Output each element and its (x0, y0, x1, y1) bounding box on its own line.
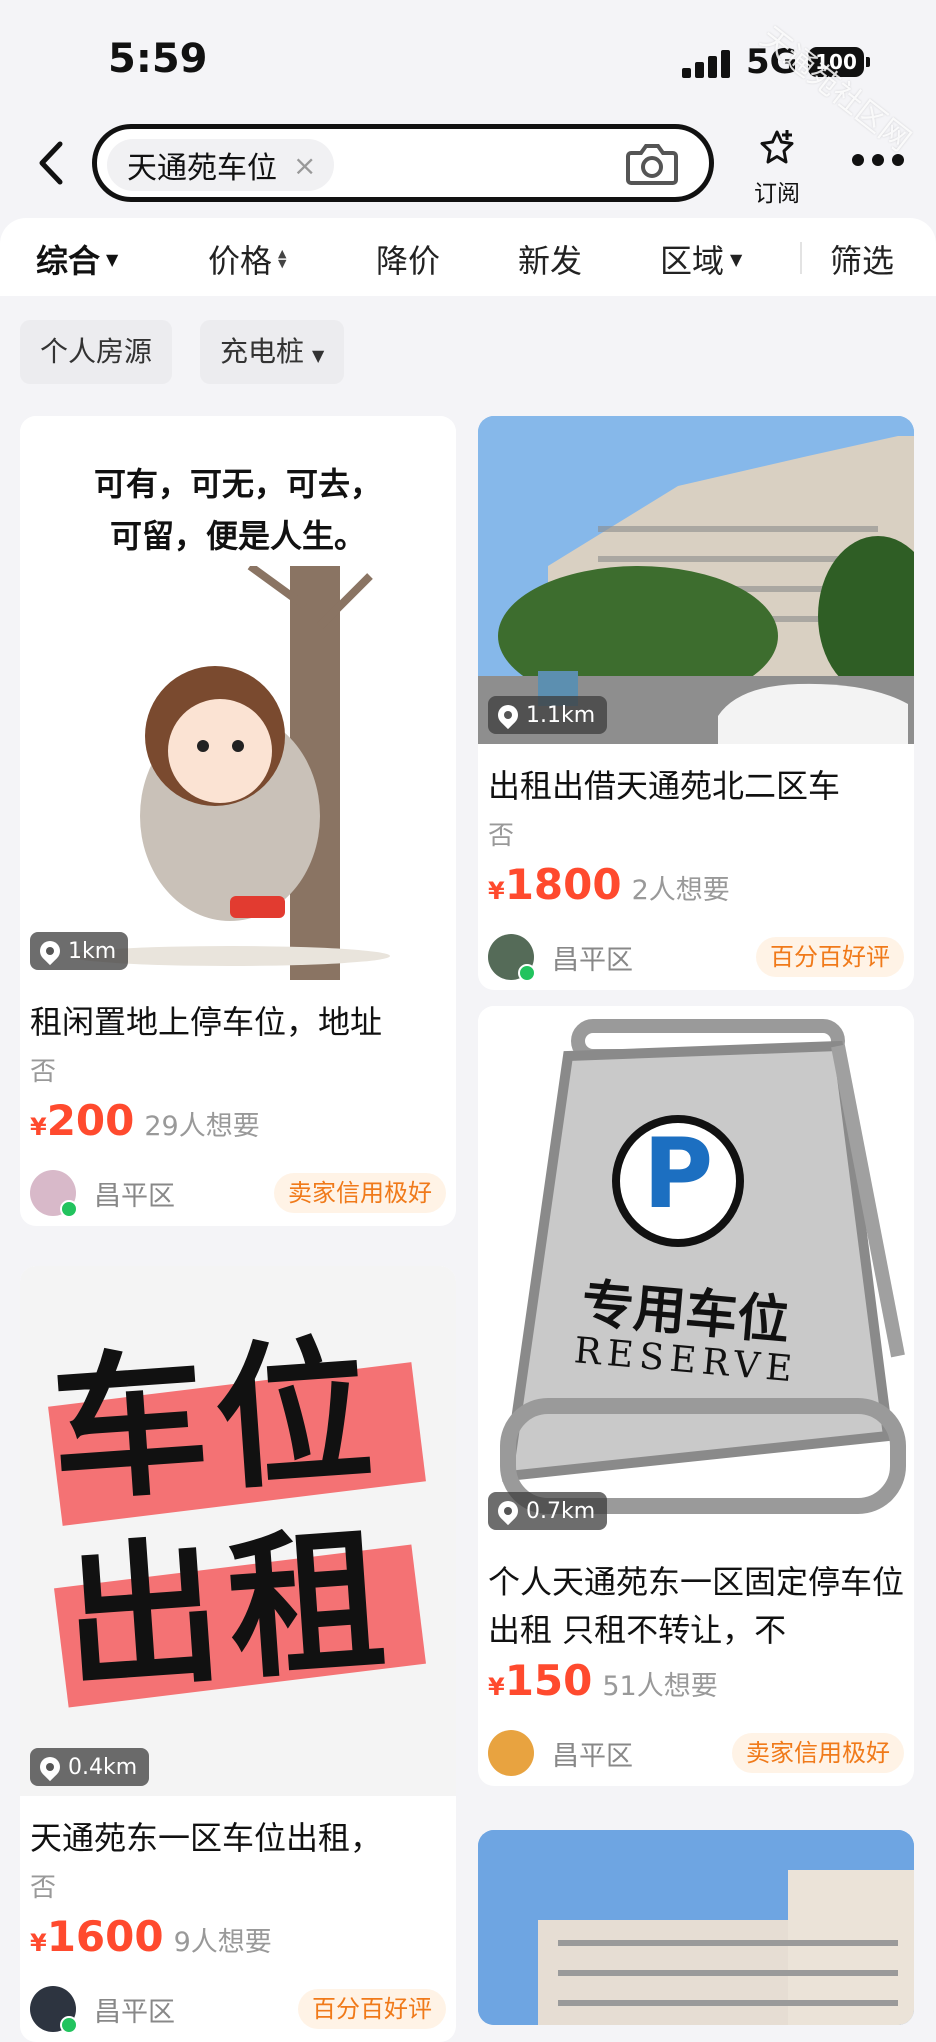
want-count: 29人想要 (144, 1111, 260, 1142)
sort-arrows-icon: ▲ ▼ (278, 247, 287, 270)
distance-badge: 1.1km (488, 696, 608, 734)
search-input[interactable]: 天通苑车位 × (92, 124, 714, 202)
back-icon[interactable] (30, 138, 74, 188)
credit-badge: 百分百好评 (756, 937, 904, 977)
filter-price-drop[interactable]: 降价 (376, 236, 440, 282)
status-time: 5:59 (108, 36, 208, 82)
tag-personal-listing[interactable]: 个人房源 (20, 320, 173, 384)
filter-label: 区域 (660, 242, 725, 280)
seller-row: 昌平区 卖家信用极好 (478, 1720, 914, 1786)
more-icon[interactable] (852, 154, 906, 170)
distance-badge: 1km (30, 932, 129, 970)
clear-query-icon[interactable]: × (293, 149, 316, 182)
distance-badge: 0.4km (30, 1748, 150, 1786)
seller-area: 昌平区 (552, 944, 633, 976)
filter-screen[interactable]: 筛选 (830, 236, 894, 282)
price-row: ¥ 150 51人想要 (488, 1656, 718, 1705)
price: 1600 (46, 1912, 164, 1961)
filter-price[interactable]: 价格 ▲ ▼ (208, 236, 286, 282)
location-pin-icon (493, 1496, 523, 1526)
price: 150 (504, 1656, 593, 1705)
want-count: 51人想要 (602, 1671, 718, 1702)
listing-card[interactable]: 可有，可无，可去， 可留，便是人生。 1km 租闲置地上停车位，地址 否 ¥ 2… (20, 416, 456, 1226)
online-dot (518, 964, 536, 982)
status-bar: 5:59 5G 100 天通苑社区网 (0, 0, 936, 158)
avatar[interactable] (30, 1986, 78, 2034)
listing-card[interactable]: 1.1km 出租出借天通苑北二区车 否 ¥ 1800 2人想要 昌平区 百分百好… (478, 416, 914, 990)
want-count: 2人想要 (631, 875, 730, 906)
signal-icon (682, 50, 734, 78)
location-pin-icon (493, 700, 523, 730)
listing-subtitle: 否 (488, 821, 515, 851)
tag-label: 充电桩 (220, 335, 305, 368)
seller-area: 昌平区 (94, 1180, 175, 1212)
listing-title: 个人天通苑东一区固定停车位出租 只租不转让，不 (488, 1563, 905, 1649)
distance-badge: 0.7km (488, 1492, 608, 1530)
seller-area: 昌平区 (94, 1996, 175, 2028)
image-caption: 车位 出租 (45, 1318, 399, 1713)
filter-region[interactable]: 区域 ▼ (660, 236, 742, 282)
online-dot (60, 2016, 78, 2034)
chevron-down-icon: ▼ (106, 249, 119, 269)
search-query-text: 天通苑车位 (127, 151, 277, 186)
listing-image: 可有，可无，可去， 可留，便是人生。 1km (20, 416, 456, 980)
tag-charging-pile[interactable]: 充电桩 ▼ (200, 320, 345, 384)
search-query-chip[interactable]: 天通苑车位 × (107, 139, 335, 191)
filter-bar: 综合 ▼ 价格 ▲ ▼ 降价 新发 区域 ▼ 筛选 (0, 218, 936, 296)
location-pin-icon (35, 1752, 65, 1782)
price-row: ¥ 200 29人想要 (30, 1096, 260, 1145)
seller-row: 昌平区 百分百好评 (478, 924, 914, 990)
girl-under-tree-illustration (70, 566, 390, 980)
quick-tags: 个人房源 充电桩 ▼ (0, 296, 936, 406)
star-plus-icon (760, 130, 794, 164)
listing-card[interactable]: 车位 出租 0.4km 天通苑东一区车位出租， 否 ¥ 1600 9人想要 昌平… (20, 1266, 456, 2042)
price: 1800 (504, 860, 622, 909)
apartment-building-photo (478, 1830, 914, 2025)
credit-badge: 卖家信用极好 (732, 1733, 904, 1773)
avatar[interactable] (30, 1170, 78, 1218)
listing-card[interactable]: P 专用车位 RESERVE 0.7km 个人天通苑东一区固定停车位出租 只租不… (478, 1006, 914, 1786)
subscribe-label: 订阅 (754, 181, 800, 207)
chevron-down-icon: ▼ (312, 346, 325, 365)
price-row: ¥ 1600 9人想要 (30, 1912, 272, 1961)
location-pin-icon (35, 936, 65, 966)
divider (800, 242, 802, 274)
seller-row: 昌平区 卖家信用极好 (20, 1160, 456, 1226)
avatar[interactable] (488, 1730, 534, 1776)
filter-new[interactable]: 新发 (518, 236, 582, 282)
price: 200 (46, 1096, 135, 1145)
search-header: 天通苑车位 × 订阅 (0, 118, 936, 214)
listing-image: 车位 出租 0.4km (20, 1266, 456, 1796)
filter-label: 筛选 (830, 242, 895, 280)
listing-title: 天通苑东一区车位出租， (30, 1819, 383, 1857)
subscribe-button[interactable]: 订阅 (744, 128, 810, 208)
avatar[interactable] (488, 934, 536, 982)
credit-badge: 百分百好评 (298, 1989, 446, 2029)
chevron-down-icon: ▼ (730, 249, 743, 269)
listing-subtitle: 否 (30, 1873, 57, 1903)
credit-badge: 卖家信用极好 (274, 1173, 446, 1213)
seller-row: 昌平区 百分百好评 (20, 1976, 456, 2042)
seller-area: 昌平区 (552, 1740, 633, 1772)
filter-comprehensive[interactable]: 综合 ▼ (36, 236, 118, 282)
listing-image (478, 1830, 914, 2025)
price-row: ¥ 1800 2人想要 (488, 860, 730, 909)
camera-icon[interactable] (625, 139, 679, 187)
listing-image: P 专用车位 RESERVE 0.7km (478, 1006, 914, 1540)
listing-subtitle: 否 (30, 1057, 57, 1087)
listing-card[interactable] (478, 1830, 914, 2025)
filter-label: 综合 (36, 242, 101, 280)
filter-label: 降价 (376, 242, 441, 280)
listing-title: 租闲置地上停车位，地址 (30, 1003, 383, 1041)
filter-label: 价格 (208, 242, 273, 280)
apartment-street-photo (478, 416, 914, 744)
filter-label: 新发 (518, 242, 583, 280)
listing-image: 1.1km (478, 416, 914, 744)
online-dot (60, 1200, 78, 1218)
want-count: 9人想要 (173, 1927, 272, 1958)
image-caption: 可有，可无，可去， 可留，便是人生。 (93, 465, 382, 555)
listing-title: 出租出借天通苑北二区车 (488, 767, 841, 805)
parking-p-icon: P (642, 1118, 714, 1230)
